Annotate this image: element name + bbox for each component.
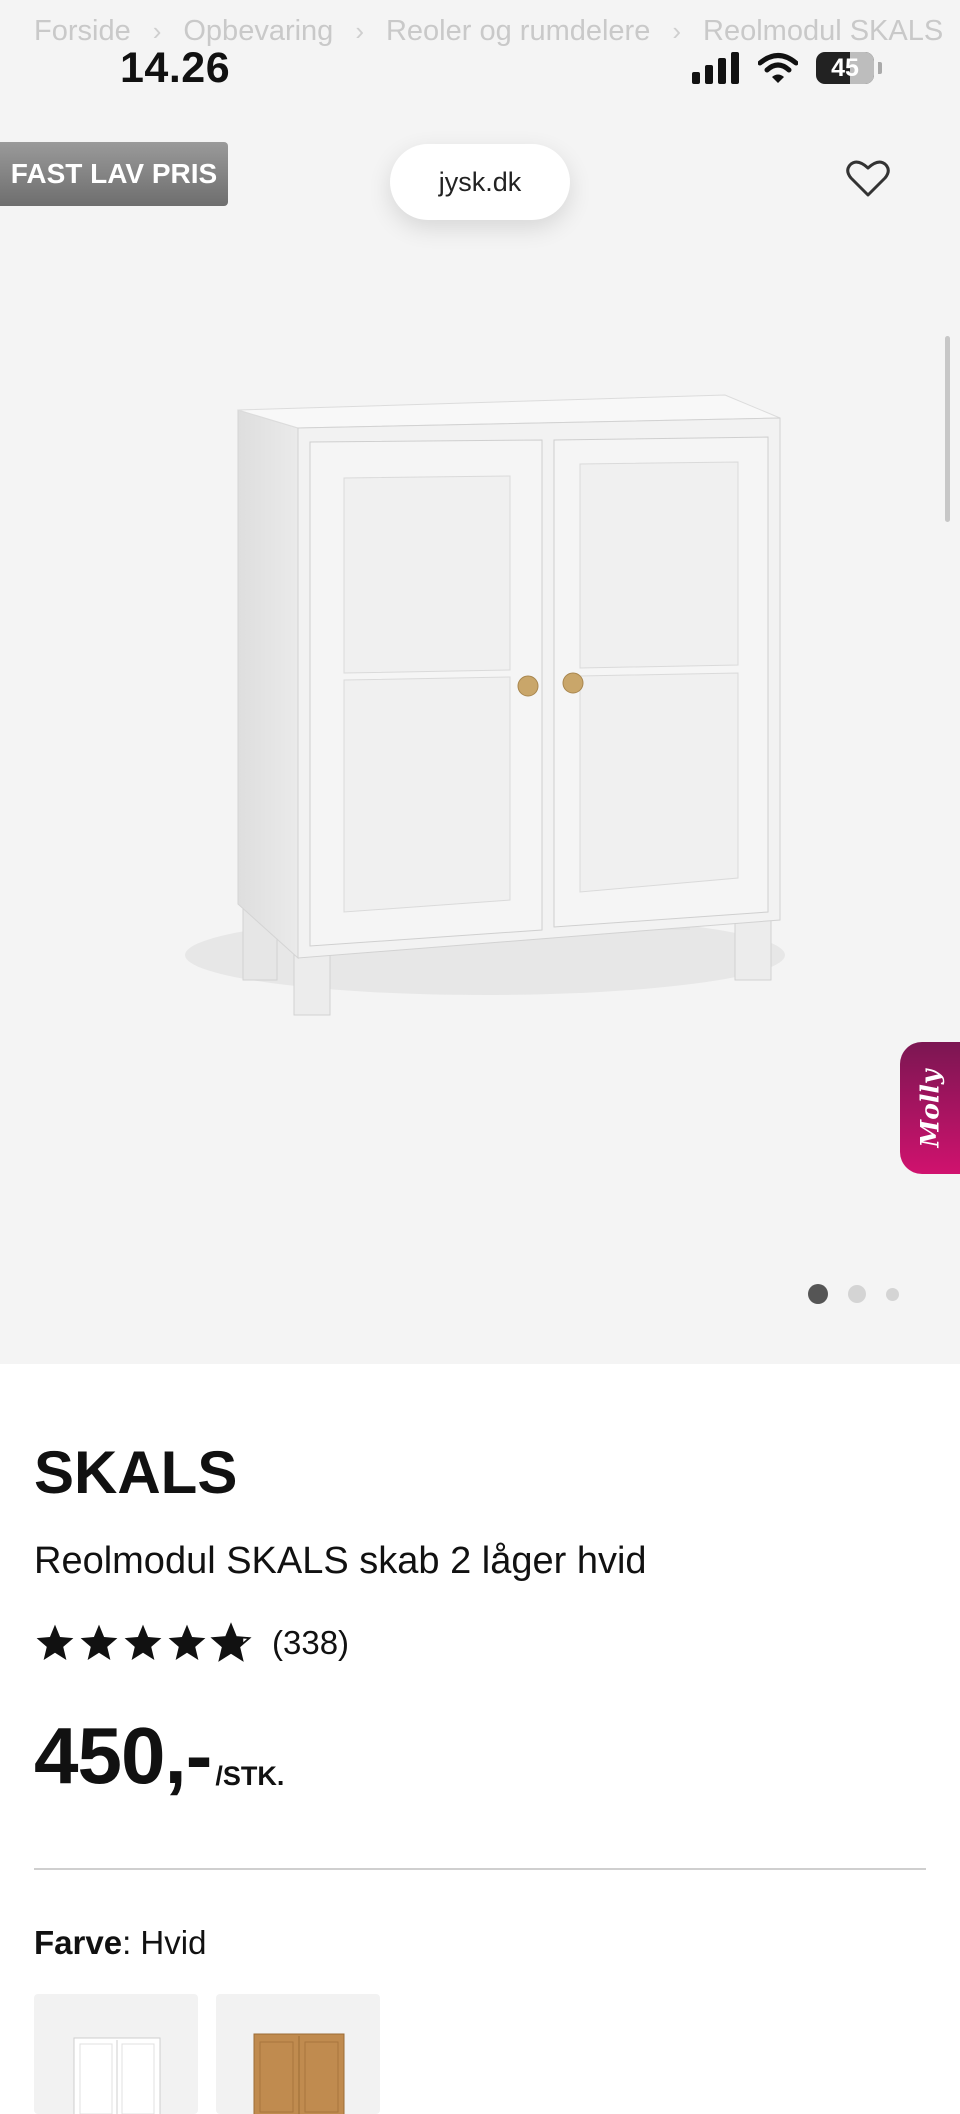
- divider: [34, 1868, 926, 1870]
- heart-icon[interactable]: [846, 158, 890, 198]
- fixed-low-price-badge: FAST LAV PRIS: [0, 142, 228, 206]
- battery-level: 45: [831, 53, 859, 82]
- rating-stars: [34, 1622, 252, 1664]
- color-swatch-white[interactable]: [34, 1994, 198, 2114]
- star-partial-icon: [210, 1622, 252, 1662]
- white-cabinet-thumbnail: [73, 2037, 161, 2114]
- carousel-dot-3[interactable]: [886, 1287, 899, 1301]
- status-icons: 45: [692, 52, 882, 84]
- star-icon: [168, 1624, 206, 1660]
- product-image: [185, 394, 785, 1016]
- cellular-signal-icon: [692, 52, 739, 84]
- price-value: 450,-: [34, 1711, 212, 1800]
- review-count[interactable]: (338): [272, 1624, 349, 1662]
- star-icon: [124, 1624, 162, 1660]
- carousel-dots: [808, 1284, 899, 1304]
- url-pill[interactable]: jysk.dk: [390, 144, 570, 220]
- star-icon: [80, 1624, 118, 1660]
- wifi-icon: [758, 53, 798, 83]
- product-title: Reolmodul SKALS skab 2 låger hvid: [34, 1540, 647, 1582]
- price-unit: /STK.: [215, 1761, 285, 1791]
- chat-assistant-label: Molly: [915, 1069, 945, 1147]
- color-label: Farve: [34, 1924, 123, 1961]
- carousel-dot-1[interactable]: [808, 1284, 828, 1304]
- oak-cabinet-thumbnail: [253, 2033, 345, 2114]
- color-value: : Hvid: [122, 1924, 207, 1961]
- battery-icon: 45: [816, 52, 874, 84]
- product-price: 450,- /STK.: [34, 1716, 284, 1796]
- carousel-dot-2[interactable]: [848, 1285, 866, 1303]
- scroll-indicator: [945, 336, 950, 522]
- battery-tip: [878, 62, 882, 74]
- color-swatch-oak[interactable]: [216, 1994, 380, 2114]
- status-bar: 14.26 45: [0, 0, 960, 140]
- chat-assistant-button[interactable]: Molly: [900, 1042, 960, 1174]
- product-brand: SKALS: [34, 1439, 238, 1506]
- star-icon: [36, 1624, 74, 1660]
- color-selection-label: Farve: Hvid: [34, 1924, 206, 1962]
- status-time: 14.26: [120, 44, 231, 92]
- product-rating[interactable]: (338): [34, 1622, 349, 1664]
